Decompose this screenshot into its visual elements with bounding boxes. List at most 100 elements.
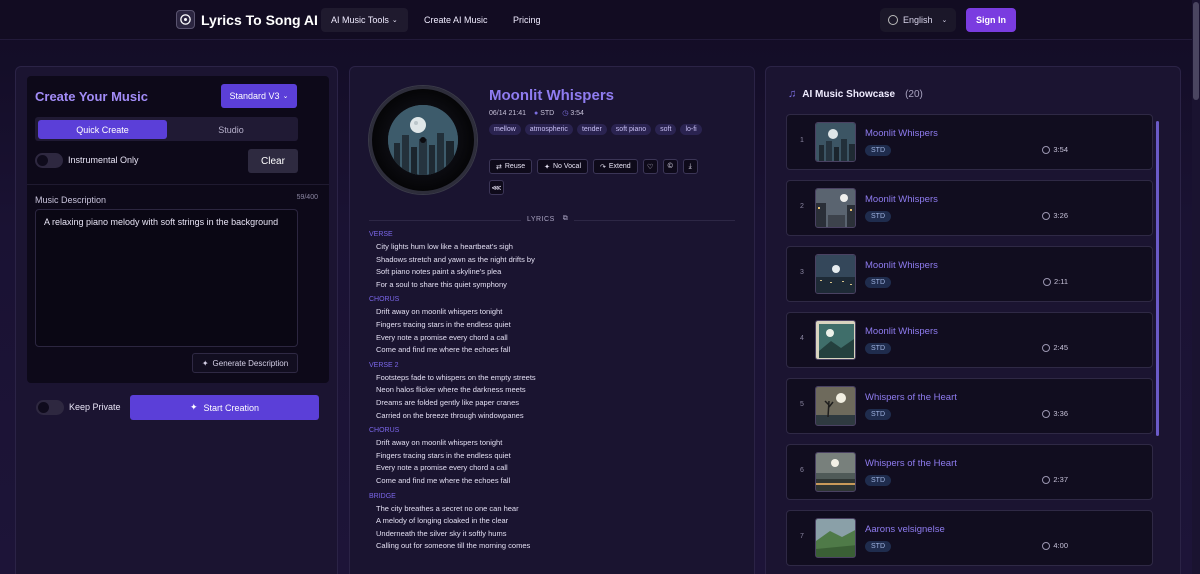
tag[interactable]: soft piano bbox=[610, 124, 652, 135]
generate-description-label: Generate Description bbox=[212, 358, 289, 368]
description-label: Music Description bbox=[35, 195, 107, 205]
showcase-item[interactable]: 7 Aarons velsignelse STD 4:00 bbox=[786, 510, 1153, 566]
clock-icon bbox=[1042, 409, 1051, 418]
tag[interactable]: mellow bbox=[489, 124, 521, 135]
showcase-item[interactable]: 2 Moonlit Whispers STD 3:26 bbox=[786, 180, 1153, 236]
reuse-icon: ⇄ bbox=[496, 163, 502, 171]
item-title[interactable]: Moonlit Whispers bbox=[865, 128, 938, 139]
showcase-header: ♫ AI Music Showcase (20) bbox=[788, 88, 923, 100]
item-title[interactable]: Moonlit Whispers bbox=[865, 326, 938, 337]
like-button[interactable]: ♡ bbox=[642, 159, 658, 174]
item-cover-image bbox=[815, 320, 856, 360]
instrumental-toggle[interactable] bbox=[35, 153, 63, 168]
download-button[interactable]: ⤓ bbox=[682, 159, 698, 174]
tab-studio[interactable]: Studio bbox=[167, 120, 295, 139]
album-disc bbox=[369, 86, 477, 194]
showcase-scrollbar[interactable] bbox=[1156, 121, 1159, 436]
language-selector[interactable]: English ⌄ bbox=[880, 8, 956, 32]
lyric-line: Carried on the breeze through windowpane… bbox=[376, 410, 524, 420]
model-badge: STD bbox=[865, 475, 891, 486]
share-button[interactable]: ⋘ bbox=[489, 180, 504, 195]
reuse-button[interactable]: ⇄ Reuse bbox=[489, 159, 533, 174]
tab-quick-create[interactable]: Quick Create bbox=[38, 120, 167, 139]
divider bbox=[27, 184, 329, 185]
item-number: 6 bbox=[800, 467, 804, 474]
item-title[interactable]: Aarons velsignelse bbox=[865, 524, 945, 535]
copy-icon[interactable]: ⧉ bbox=[563, 215, 569, 223]
wand-icon: ✦ bbox=[544, 163, 550, 171]
tag[interactable]: soft bbox=[655, 124, 677, 135]
item-title[interactable]: Whispers of the Heart bbox=[865, 392, 957, 403]
no-vocal-button[interactable]: ✦ No Vocal bbox=[537, 159, 589, 174]
mode-tabs: Quick Create Studio bbox=[35, 117, 298, 141]
generate-description-button[interactable]: ✦ Generate Description bbox=[192, 353, 298, 373]
description-textarea[interactable]: A relaxing piano melody with soft string… bbox=[35, 209, 298, 347]
copyright-button[interactable]: © bbox=[662, 159, 678, 174]
tag-list: mellow atmospheric tender soft piano sof… bbox=[489, 124, 709, 135]
disc-center bbox=[420, 137, 426, 143]
model-badge: STD bbox=[865, 541, 891, 552]
nav-pricing[interactable]: Pricing bbox=[503, 8, 551, 32]
showcase-item[interactable]: 3 Moonlit Whispers STD 2:11 bbox=[786, 246, 1153, 302]
start-creation-button[interactable]: ✦ Start Creation bbox=[130, 395, 319, 420]
lyric-line: Every note a promise every chord a call bbox=[376, 332, 508, 342]
item-number: 3 bbox=[800, 269, 804, 276]
item-duration: 2:11 bbox=[1042, 277, 1068, 286]
lyric-line: Footsteps fade to whispers on the empty … bbox=[376, 372, 536, 382]
showcase-item[interactable]: 1 Moonlit Whispers STD 3:54 bbox=[786, 114, 1153, 170]
duration-value: 2:11 bbox=[1053, 277, 1068, 286]
item-cover-image bbox=[815, 188, 856, 228]
item-cover-image bbox=[815, 254, 856, 294]
lyric-line: Underneath the silver sky it softly hums bbox=[376, 528, 507, 538]
item-title[interactable]: Moonlit Whispers bbox=[865, 194, 938, 205]
lyric-line: Neon halos flicker where the darkness me… bbox=[376, 385, 526, 395]
chevron-down-icon: ⌄ bbox=[282, 93, 289, 100]
lyric-line: Come and find me where the echoes fall bbox=[376, 475, 511, 485]
tag[interactable]: lo-fi bbox=[680, 124, 702, 135]
item-cover-image bbox=[815, 518, 856, 558]
duration-value: 2:45 bbox=[1053, 343, 1068, 352]
item-number: 7 bbox=[800, 533, 804, 540]
heart-icon: ♡ bbox=[647, 163, 654, 171]
showcase-item[interactable]: 4 Moonlit Whispers STD 2:45 bbox=[786, 312, 1153, 368]
item-title[interactable]: Whispers of the Heart bbox=[865, 458, 957, 469]
lyric-line: A melody of longing cloaked in the clear bbox=[376, 516, 509, 526]
duration-value: 3:54 bbox=[1053, 145, 1068, 154]
item-number: 1 bbox=[800, 137, 804, 144]
model-select[interactable]: Standard V3 ⌄ bbox=[221, 84, 297, 108]
top-nav-bar: Lyrics To Song AI AI Music Tools ⌄ Create… bbox=[0, 0, 1200, 40]
clock-icon bbox=[1042, 145, 1051, 154]
share-icon: ⋘ bbox=[491, 184, 502, 192]
showcase-item[interactable]: 5 Whispers of the Heart STD 3:36 bbox=[786, 378, 1153, 434]
logo-icon bbox=[176, 10, 195, 29]
duration-value: 4:00 bbox=[1053, 541, 1068, 550]
description-char-count: 59/400 bbox=[296, 194, 318, 201]
showcase-item[interactable]: 6 Whispers of the Heart STD 2:37 bbox=[786, 444, 1153, 500]
item-title[interactable]: Moonlit Whispers bbox=[865, 260, 938, 271]
page-scrollbar[interactable] bbox=[1192, 0, 1200, 574]
clear-button[interactable]: Clear bbox=[248, 149, 298, 173]
keep-private-toggle[interactable] bbox=[36, 400, 64, 415]
nav-ai-music-tools[interactable]: AI Music Tools ⌄ bbox=[321, 8, 408, 32]
music-note-icon: ♫ bbox=[788, 88, 797, 100]
lyric-line: City lights hum low like a heartbeat's s… bbox=[376, 242, 513, 251]
item-duration: 2:45 bbox=[1042, 343, 1068, 352]
lyrics-section-label: CHORUS bbox=[369, 296, 400, 304]
create-panel: Create Your Music Standard V3 ⌄ Quick Cre… bbox=[15, 66, 338, 574]
extend-icon: ↷ bbox=[600, 163, 606, 171]
item-duration: 4:00 bbox=[1042, 541, 1068, 550]
sign-in-button[interactable]: Sign In bbox=[966, 8, 1016, 32]
extend-button[interactable]: ↷ Extend bbox=[593, 159, 638, 174]
model-badge: ● STD bbox=[534, 110, 554, 117]
tag[interactable]: atmospheric bbox=[524, 124, 573, 135]
song-actions: ⇄ Reuse ✦ No Vocal ↷ Extend ♡ © ⤓ bbox=[489, 159, 698, 174]
lyric-line: Come and find me where the echoes fall bbox=[376, 345, 511, 355]
tag[interactable]: tender bbox=[576, 124, 607, 135]
lyric-line: Soft piano notes paint a skyline's plea bbox=[376, 267, 502, 277]
scrollbar-thumb[interactable] bbox=[1193, 2, 1199, 100]
model-badge: STD bbox=[865, 211, 891, 222]
nav-create-ai-music[interactable]: Create AI Music bbox=[414, 8, 498, 32]
lyric-line: The city breathes a secret no one can he… bbox=[376, 503, 519, 513]
lyrics-header: LYRICS ⧉ bbox=[521, 215, 575, 223]
brand-logo[interactable]: Lyrics To Song AI bbox=[176, 10, 318, 29]
